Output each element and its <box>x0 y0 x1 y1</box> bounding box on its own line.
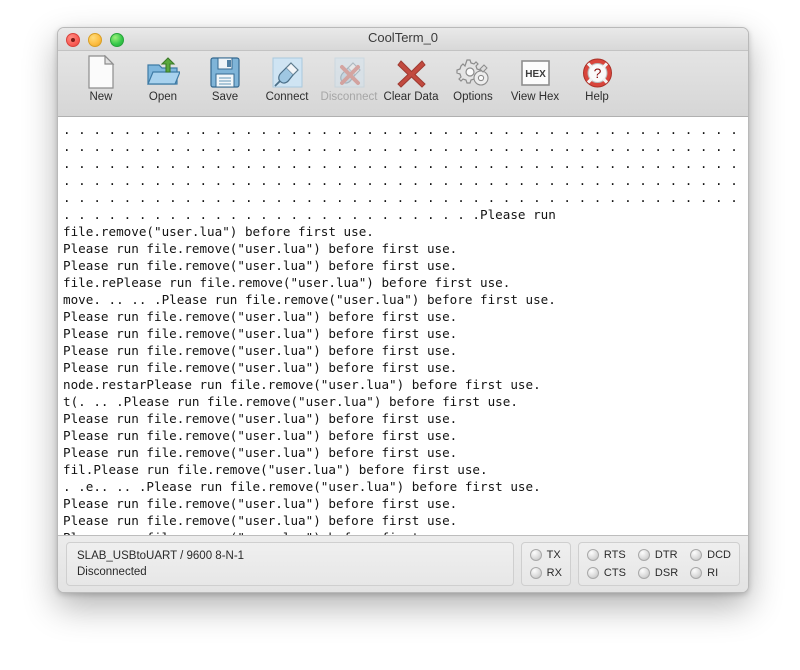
cts-led-icon <box>586 567 599 579</box>
terminal-line: Please run file.remove("user.lua") befor… <box>63 309 458 324</box>
terminal-line: Please run file.remove("user.lua") befor… <box>63 529 748 535</box>
connect-plug-icon <box>271 54 304 90</box>
led-row-rts: RTS <box>586 549 626 561</box>
terminal-line: Please run file.remove("user.lua") befor… <box>63 411 458 426</box>
connection-settings-text: SLAB_USBtoUART / 9600 8-N-1 <box>77 550 245 562</box>
ri-led-label: RI <box>707 567 719 579</box>
open-button-label: Open <box>148 91 178 103</box>
new-button[interactable]: New <box>70 51 132 111</box>
options-button-label: Options <box>453 91 493 103</box>
svg-text:?: ? <box>593 65 601 81</box>
clear-data-button[interactable]: Clear Data <box>380 51 442 111</box>
window-title: CoolTerm_0 <box>367 30 439 45</box>
cts-led-label: CTS <box>603 567 626 579</box>
help-button-label: Help <box>585 91 609 103</box>
terminal-line: . . . . . . . . . . . . . . . . . . . . … <box>63 156 748 171</box>
terminal-line: Please run file.remove("user.lua") befor… <box>63 360 458 375</box>
dcd-led-icon <box>690 549 703 561</box>
led-row-ri: RI <box>690 567 731 579</box>
data-leds-panel: TX RX <box>520 542 571 586</box>
terminal-output[interactable]: . . . . . . . . . . . . . . . . . . . . … <box>58 117 748 536</box>
tx-led-icon <box>529 549 542 561</box>
terminal-line: Please run file.remove("user.lua") befor… <box>63 326 458 341</box>
disconnect-button: Disconnect <box>318 51 380 111</box>
rx-led-icon <box>529 567 542 579</box>
clear-data-button-label: Clear Data <box>383 91 439 103</box>
rts-led-icon <box>586 549 599 561</box>
led-column-dtr-dsr: DTR DSR <box>637 549 679 579</box>
led-row-tx: TX <box>529 549 562 561</box>
terminal-line: node.restarPlease run file.remove("user.… <box>63 377 541 392</box>
disconnect-plug-icon <box>333 54 366 90</box>
connect-button-label: Connect <box>265 91 309 103</box>
view-hex-button-label: View Hex <box>510 91 560 103</box>
hex-icon: HEX <box>519 54 552 90</box>
dtr-led-icon <box>637 549 650 561</box>
led-column-tx-rx: TX RX <box>529 549 562 579</box>
window-titlebar[interactable]: CoolTerm_0 <box>58 28 748 51</box>
open-button[interactable]: Open <box>132 51 194 111</box>
connection-info-panel: SLAB_USBtoUART / 9600 8-N-1 Disconnected <box>66 542 514 586</box>
rts-led-label: RTS <box>603 549 626 561</box>
terminal-line: . . . . . . . . . . . . . . . . . . . . … <box>63 173 748 188</box>
connection-state-text: Disconnected <box>77 566 147 578</box>
led-column-dcd-ri: DCD RI <box>690 549 731 579</box>
terminal-line: file.rePlease run file.remove("user.lua"… <box>63 275 511 290</box>
terminal-line: . . . . . . . . . . . . . . . . . . . . … <box>63 207 556 222</box>
terminal-line: Please run file.remove("user.lua") befor… <box>63 241 458 256</box>
save-button-label: Save <box>211 91 239 103</box>
dtr-led-label: DTR <box>654 549 678 561</box>
connect-button[interactable]: Connect <box>256 51 318 111</box>
terminal-line: . . . . . . . . . . . . . . . . . . . . … <box>63 190 748 205</box>
dcd-led-label: DCD <box>707 549 731 561</box>
main-toolbar: New Open Save Connect Disconnect Clear D… <box>58 51 748 117</box>
save-button[interactable]: Save <box>194 51 256 111</box>
terminal-line: Please run file.remove("user.lua") befor… <box>63 343 458 358</box>
dsr-led-icon <box>637 567 650 579</box>
led-row-rx: RX <box>529 567 562 579</box>
ri-led-icon <box>690 567 703 579</box>
terminal-line: Please run file.remove("user.lua") befor… <box>63 513 458 528</box>
open-folder-icon <box>146 54 180 90</box>
terminal-line: Please run file.remove("user.lua") befor… <box>63 496 458 511</box>
dsr-led-label: DSR <box>654 567 679 579</box>
gears-options-icon <box>456 54 490 90</box>
help-lifering-icon: ? <box>581 54 614 90</box>
terminal-line: Please run file.remove("user.lua") befor… <box>63 445 458 460</box>
led-column-rts-cts: RTS CTS <box>586 549 626 579</box>
terminal-line: . .e.. .. .Please run file.remove("user.… <box>63 479 541 494</box>
terminal-line: Please run file.remove("user.lua") befor… <box>63 428 458 443</box>
terminal-line: fil.Please run file.remove("user.lua") b… <box>63 462 488 477</box>
terminal-line: Please run file.remove("user.lua") befor… <box>63 258 458 273</box>
help-button[interactable]: ? Help <box>566 51 628 111</box>
control-leds-panel: RTS CTS DTR DSR DCD RI <box>577 542 740 586</box>
tx-led-label: TX <box>546 549 561 561</box>
status-bar: SLAB_USBtoUART / 9600 8-N-1 Disconnected… <box>58 536 748 592</box>
options-button[interactable]: Options <box>442 51 504 111</box>
screen: CoolTerm_0 New Open Save Connect Disconn… <box>0 0 800 670</box>
led-row-dcd: DCD <box>690 549 731 561</box>
terminal-line: move. .. .. .Please run file.remove("use… <box>63 292 556 307</box>
led-row-cts: CTS <box>586 567 626 579</box>
view-hex-button[interactable]: HEX View Hex <box>504 51 566 111</box>
led-row-dsr: DSR <box>637 567 679 579</box>
new-button-label: New <box>89 91 113 103</box>
terminal-line: t(. .. .Please run file.remove("user.lua… <box>63 394 518 409</box>
rx-led-label: RX <box>546 567 562 579</box>
terminal-line: file.remove("user.lua") before first use… <box>63 224 374 239</box>
led-row-dtr: DTR <box>637 549 678 561</box>
clear-x-icon <box>395 54 428 90</box>
new-document-icon <box>86 54 116 90</box>
terminal-line: . . . . . . . . . . . . . . . . . . . . … <box>63 122 748 137</box>
save-floppy-icon <box>209 54 241 90</box>
svg-text:HEX: HEX <box>525 69 546 80</box>
terminal-line: . . . . . . . . . . . . . . . . . . . . … <box>63 139 748 154</box>
disconnect-button-label: Disconnect <box>320 91 378 103</box>
coolterm-window: CoolTerm_0 New Open Save Connect Disconn… <box>57 27 749 593</box>
